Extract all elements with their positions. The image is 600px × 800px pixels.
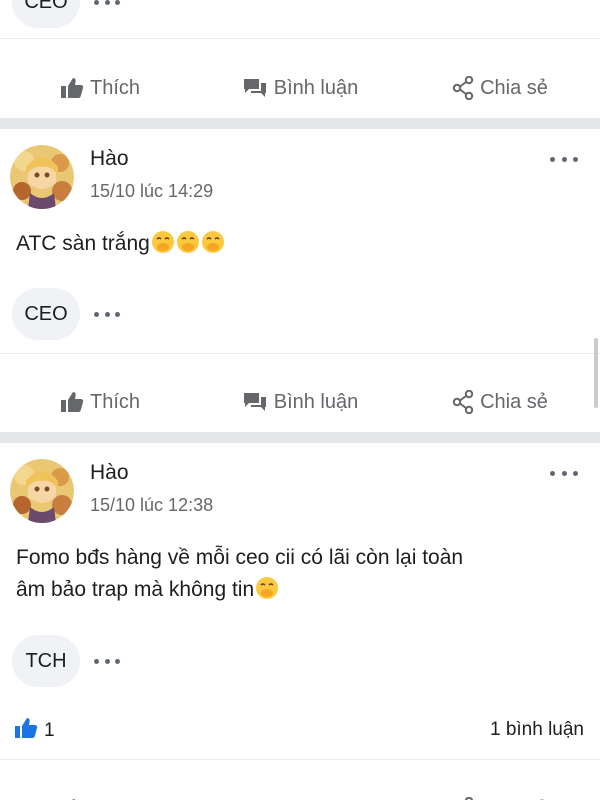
share-icon xyxy=(452,76,474,100)
news-feed: CEO Thích Bình luận Chia sẻ Hào 15/10 lú… xyxy=(0,0,600,800)
share-icon xyxy=(452,390,474,414)
post-divider xyxy=(0,432,600,443)
thumbs-up-icon xyxy=(14,717,38,745)
post-actions: Thích Bình luận Chia sẻ xyxy=(0,58,600,118)
like-label: Thích xyxy=(89,76,141,99)
post-tag-row: CEO xyxy=(12,0,120,28)
share-label: Chia sẻ xyxy=(480,390,548,413)
share-button[interactable]: Chia sẻ xyxy=(400,58,600,118)
comment-icon xyxy=(242,77,268,99)
separator xyxy=(0,759,600,760)
comment-button[interactable]: Bình luận xyxy=(200,779,400,800)
post-author[interactable]: Hào xyxy=(90,147,129,171)
share-button[interactable]: Chia sẻ xyxy=(400,779,600,800)
comment-button[interactable]: Bình luận xyxy=(200,372,400,432)
post-content: ATC sàn trắng xyxy=(16,228,584,260)
post-author[interactable]: Hào xyxy=(90,461,129,485)
separator xyxy=(0,353,600,354)
like-button[interactable]: Thích xyxy=(0,58,200,118)
post-text: ATC sàn trắng xyxy=(16,232,150,255)
stock-tag[interactable]: CEO xyxy=(12,288,80,340)
thumbs-up-icon xyxy=(60,77,84,99)
like-button[interactable]: Thích xyxy=(0,372,200,432)
like-count-value: 1 xyxy=(44,720,55,741)
comment-label: Bình luận xyxy=(273,390,359,413)
post-text-line: Fomo bđs hàng về mỗi ceo cii có lãi còn … xyxy=(16,546,464,569)
more-horizontal-icon[interactable] xyxy=(94,0,120,5)
post-card: Hào 15/10 lúc 14:29 ATC sàn trắng CEO Th… xyxy=(0,129,600,430)
like-count[interactable]: 1 xyxy=(14,717,55,745)
avatar[interactable] xyxy=(10,459,74,523)
post-tag-row: CEO xyxy=(12,288,120,340)
comment-button[interactable]: Bình luận xyxy=(200,58,400,118)
share-button[interactable]: Chia sẻ xyxy=(400,372,600,432)
post-card: Hào 15/10 lúc 12:38 Fomo bđs hàng về mỗi… xyxy=(0,443,600,800)
post-time: 15/10 lúc 12:38 xyxy=(90,495,214,515)
more-horizontal-icon[interactable] xyxy=(550,155,578,163)
post-text-line: âm bảo trap mà không tin xyxy=(16,578,255,601)
more-horizontal-icon[interactable] xyxy=(94,658,120,664)
post-content: Fomo bđs hàng về mỗi ceo cii có lãi còn … xyxy=(16,542,584,606)
reactions-summary: 1 1 bình luận xyxy=(0,709,600,749)
separator xyxy=(0,38,600,39)
post-actions: Thích Bình luận Chia sẻ xyxy=(0,372,600,432)
thumbs-up-icon xyxy=(60,391,84,413)
comment-label: Bình luận xyxy=(273,76,359,99)
like-button[interactable]: Thích xyxy=(0,779,200,800)
like-label: Thích xyxy=(89,390,141,413)
stock-tag[interactable]: TCH xyxy=(12,635,80,687)
post-tag-row: TCH xyxy=(12,635,120,687)
share-label: Chia sẻ xyxy=(480,76,548,99)
more-horizontal-icon[interactable] xyxy=(550,469,578,477)
post-divider xyxy=(0,118,600,129)
post-time: 15/10 lúc 14:29 xyxy=(90,181,214,201)
avatar[interactable] xyxy=(10,145,74,209)
post-actions: Thích Bình luận Chia sẻ xyxy=(0,779,600,800)
scrollbar[interactable] xyxy=(594,338,598,408)
comment-icon xyxy=(242,391,268,413)
comment-count[interactable]: 1 bình luận xyxy=(490,719,584,741)
more-horizontal-icon[interactable] xyxy=(94,311,120,317)
stock-tag[interactable]: CEO xyxy=(12,0,80,28)
face-with-hand-over-mouth-icon xyxy=(254,577,279,601)
face-with-hand-over-mouth-icon xyxy=(150,231,225,255)
